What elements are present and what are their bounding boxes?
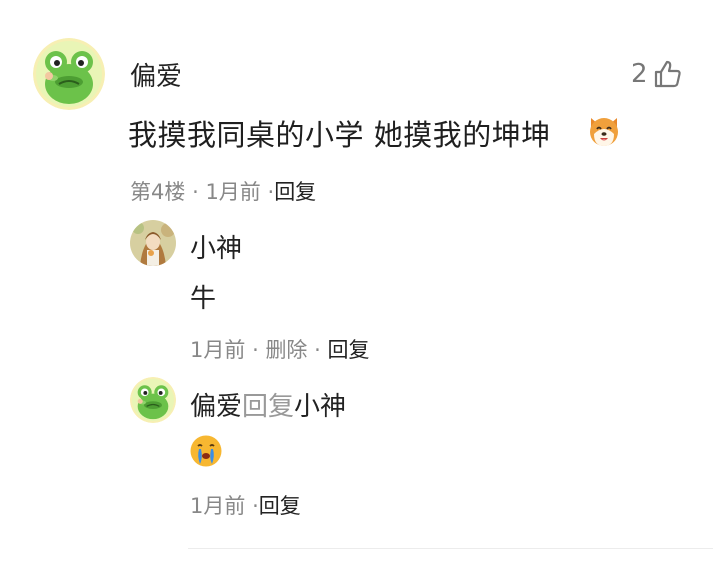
- frog-avatar-icon: [130, 377, 176, 423]
- comment-time: 1月前: [205, 180, 261, 204]
- reply-to-label: 回复: [242, 392, 295, 422]
- meta-dot: ·: [252, 494, 259, 518]
- delete-button[interactable]: 删除: [265, 338, 307, 362]
- divider: [188, 548, 713, 549]
- reply-button[interactable]: 回复: [328, 338, 370, 362]
- like-button[interactable]: 2: [631, 58, 684, 90]
- comment-meta: 第4楼 · 1月前 ·回复: [130, 176, 316, 206]
- reply-meta: 1月前 · 删除 · 回复: [190, 334, 370, 364]
- reply-avatar[interactable]: [130, 377, 176, 423]
- reply-avatar[interactable]: [130, 220, 176, 266]
- like-count: 2: [631, 59, 648, 89]
- reply-target-name[interactable]: 小神: [294, 392, 346, 422]
- floor-number: 第4楼: [130, 180, 186, 204]
- reply-button[interactable]: 回复: [259, 494, 301, 518]
- reply-text: 牛: [190, 284, 217, 314]
- reply-time: 1月前: [190, 494, 246, 518]
- reply-author[interactable]: 偏爱: [190, 392, 242, 422]
- thumbs-up-icon: [654, 60, 681, 88]
- frog-avatar-icon: [33, 38, 105, 110]
- reply-author[interactable]: 小神: [190, 228, 242, 265]
- crying-face-icon: [190, 435, 222, 467]
- meta-dot: ·: [192, 180, 199, 204]
- reply-meta: 1月前 ·回复: [190, 490, 301, 520]
- girl-avatar-icon: [130, 220, 176, 266]
- reply-time: 1月前: [190, 338, 246, 362]
- reply-header: 偏爱回复小神: [190, 386, 346, 423]
- meta-dot: ·: [252, 338, 259, 362]
- comment-text: 我摸我同桌的小学 她摸我的坤坤: [128, 118, 551, 152]
- commenter-avatar[interactable]: [33, 38, 105, 110]
- reply-button[interactable]: 回复: [274, 180, 316, 204]
- dog-face-icon: [590, 118, 618, 146]
- meta-dot: ·: [314, 338, 321, 362]
- commenter-name[interactable]: 偏爱: [130, 56, 182, 93]
